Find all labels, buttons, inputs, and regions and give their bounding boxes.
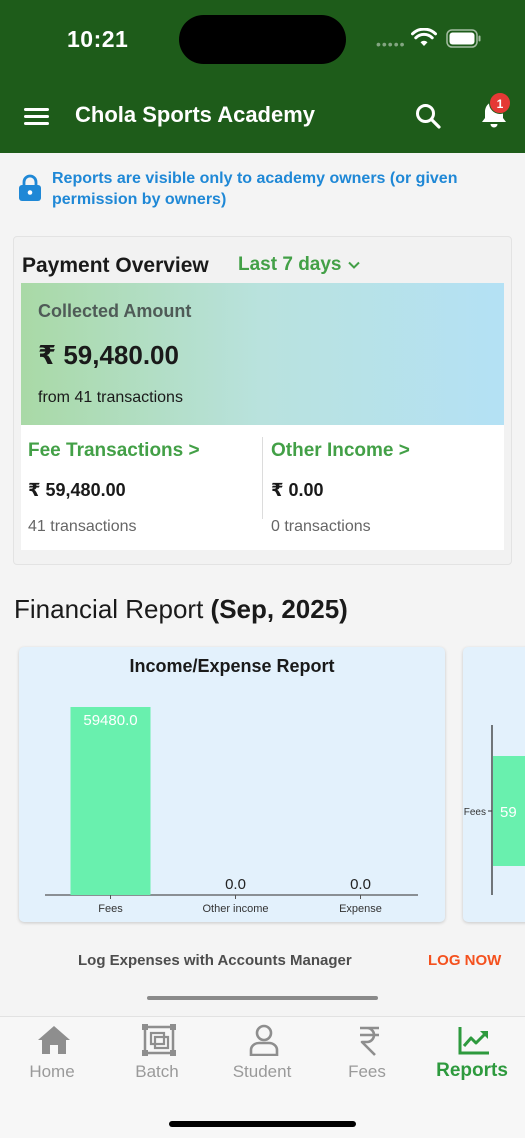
data-label: 59 xyxy=(500,804,517,821)
x-tick-label: Other income xyxy=(202,903,268,915)
data-label: 59480.0 xyxy=(83,712,137,729)
rupee-icon xyxy=(360,1026,379,1056)
nav-student[interactable]: Student xyxy=(210,1024,314,1088)
wifi-icon xyxy=(411,28,437,46)
data-label: 0.0 xyxy=(225,876,246,893)
lock-icon xyxy=(19,174,41,201)
permission-notice: Reports are visible only to academy owne… xyxy=(52,170,458,208)
reports-icon xyxy=(458,1027,489,1055)
student-icon xyxy=(249,1024,279,1056)
nav-reports-label: Reports xyxy=(436,1060,508,1081)
x-tick-label: Expense xyxy=(339,903,382,915)
data-label: 0.0 xyxy=(350,876,371,893)
menu-button[interactable] xyxy=(22,103,52,131)
split-divider xyxy=(262,437,263,519)
collected-transactions: from 41 transactions xyxy=(38,389,183,406)
carousel-scroll-indicator xyxy=(147,996,378,1000)
x-tick-label: Fees xyxy=(98,903,123,915)
financial-report-period: (Sep, 2025) xyxy=(210,594,348,624)
nav-home-label: Home xyxy=(29,1062,75,1081)
batch-icon xyxy=(142,1024,176,1056)
nav-fees-label: Fees xyxy=(348,1062,386,1081)
bar-fees xyxy=(70,707,151,895)
battery-icon xyxy=(446,29,481,48)
y-tick-label: Fees xyxy=(464,807,486,818)
nav-student-label: Student xyxy=(232,1062,292,1081)
collected-amount-value: ₹ 59,480.00 xyxy=(38,340,179,370)
collected-amount-label: Collected Amount xyxy=(38,301,192,321)
date-range-label: Last 7 days xyxy=(238,254,342,275)
other-income-count: 0 transactions xyxy=(271,518,371,535)
fee-transactions-amount: ₹ 59,480.00 xyxy=(28,480,126,500)
other-income-link[interactable]: Other Income > xyxy=(271,440,410,462)
nav-batch-label: Batch xyxy=(135,1062,179,1081)
home-icon xyxy=(38,1026,70,1054)
income-expense-chart: 59480.0 Fees 0.0 Other income 0.0 Expense xyxy=(45,707,418,915)
cellular-signal-icon: ••••• xyxy=(376,36,406,52)
fee-transactions-link[interactable]: Fee Transactions > xyxy=(28,440,200,462)
nav-reports[interactable]: Reports xyxy=(420,1024,524,1088)
chevron-down-icon xyxy=(347,261,360,269)
financial-report-heading: Financial Report (Sep, 2025) xyxy=(14,594,348,625)
nav-fees[interactable]: Fees xyxy=(315,1024,419,1088)
status-time: 10:21 xyxy=(67,26,129,52)
financial-report-title: Financial Report xyxy=(14,594,211,624)
date-range-dropdown[interactable]: Last 7 days xyxy=(238,254,360,276)
home-indicator xyxy=(169,1121,356,1127)
notification-badge: 1 xyxy=(489,92,511,114)
fee-transactions-count: 41 transactions xyxy=(28,518,137,535)
secondary-chart: Fees 59 xyxy=(464,725,525,895)
log-now-button[interactable]: LOG NOW xyxy=(428,952,501,969)
log-expenses-text: Log Expenses with Accounts Manager xyxy=(78,952,352,969)
camera-notch xyxy=(179,15,346,64)
search-icon[interactable] xyxy=(413,101,443,131)
nav-home[interactable]: Home xyxy=(0,1024,104,1088)
other-income-amount: ₹ 0.00 xyxy=(271,480,324,500)
app-title: Chola Sports Academy xyxy=(75,102,316,127)
payment-overview-title: Payment Overview xyxy=(22,254,209,277)
nav-batch[interactable]: Batch xyxy=(105,1024,209,1088)
